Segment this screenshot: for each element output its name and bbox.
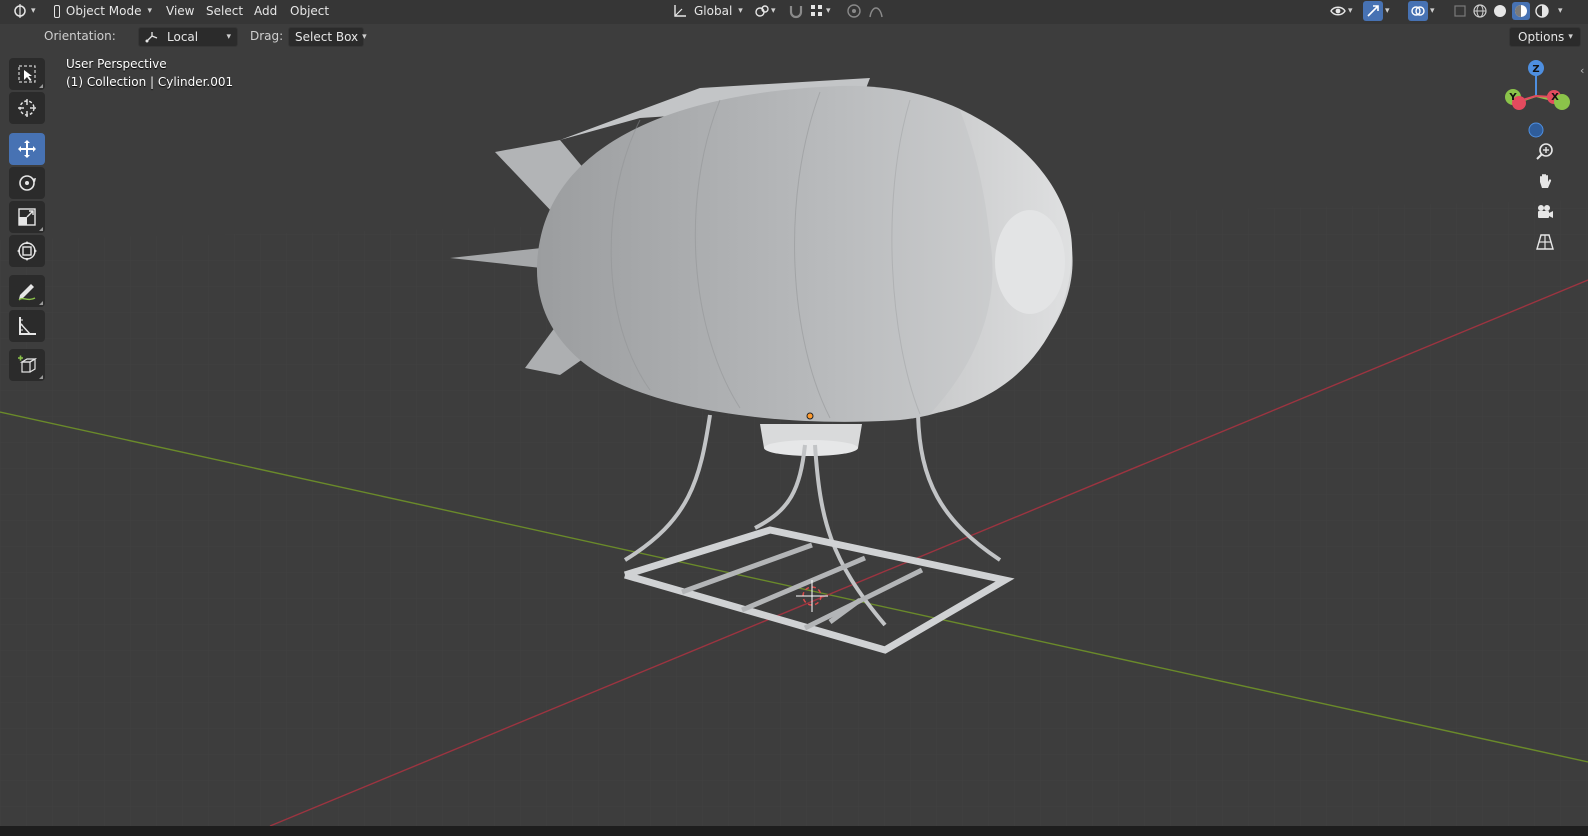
select-box-tool[interactable] (9, 58, 45, 90)
xray-toggle[interactable] (1452, 1, 1468, 21)
chevron-down-icon: ▾ (738, 6, 743, 16)
mode-dropdown[interactable]: Object Mode ▾ (48, 1, 152, 21)
transform-orientation-label: Global (694, 4, 733, 18)
chevron-down-icon: ▾ (826, 6, 831, 16)
transform-tool[interactable] (9, 235, 45, 267)
object-mode-icon (54, 4, 60, 18)
xray-icon (1454, 5, 1466, 17)
gizmo-arrow-icon (1367, 5, 1379, 17)
zoom-view-button[interactable] (1531, 138, 1559, 166)
eye-icon (1330, 6, 1346, 16)
hand-icon (1540, 174, 1552, 188)
overlays-icon (1411, 6, 1425, 16)
annotate-tool[interactable] (9, 275, 45, 307)
scale-icon (18, 208, 36, 226)
add-cube-icon (18, 355, 38, 373)
menu-add[interactable]: Add (254, 2, 277, 20)
measure-tool[interactable] (9, 310, 45, 342)
zoom-magnifier-icon (1536, 143, 1553, 160)
drag-value: Select Box (295, 30, 359, 44)
options-label: Options (1518, 30, 1565, 44)
chevron-down-icon: ▾ (1430, 6, 1435, 16)
chevron-down-icon: ▾ (1348, 6, 1353, 16)
magnet-icon (789, 6, 803, 19)
transform-orientation-dropdown[interactable]: Global ▾ (668, 1, 748, 21)
viewport-perspective-label: User Perspective (66, 57, 167, 71)
chevron-down-icon: ▾ (771, 6, 776, 16)
snap-grid-icon (811, 5, 822, 16)
proportional-editing-toggle[interactable] (846, 1, 864, 21)
chevron-down-icon: ▾ (31, 6, 36, 16)
gizmo-y-label: Y (1508, 92, 1517, 103)
snap-toggle[interactable] (788, 1, 808, 21)
annotate-pencil-icon (18, 284, 36, 301)
chevron-down-icon: ▾ (147, 6, 152, 16)
sidebar-toggle-arrow-icon[interactable]: ‹ (1580, 64, 1584, 77)
menu-select[interactable]: Select (206, 2, 243, 20)
rotate-tool[interactable] (9, 167, 45, 199)
overlays-dropdown[interactable]: ▾ (1430, 1, 1444, 21)
3d-viewport[interactable]: Z Y X (0, 0, 1588, 836)
gizmo-x-label: X (1551, 92, 1559, 103)
falloff-curve-icon (869, 7, 883, 18)
select-box-icon (18, 65, 36, 83)
menu-view[interactable]: View (166, 2, 194, 20)
overlays-toggle[interactable] (1408, 1, 1428, 21)
gizmo-dropdown[interactable]: ▾ (1385, 1, 1399, 21)
solid-shading-icon[interactable] (1492, 3, 1508, 19)
viewport-collection-label: (1) Collection | Cylinder.001 (66, 75, 234, 89)
falloff-dropdown[interactable] (868, 1, 894, 21)
add-cube-tool[interactable] (9, 349, 45, 381)
drag-label: Drag: (250, 29, 284, 43)
chevron-down-icon: ▾ (362, 32, 367, 42)
move-arrows-icon (18, 140, 36, 158)
wireframe-shading-icon[interactable] (1472, 3, 1488, 19)
visibility-dropdown[interactable]: ▾ (1330, 1, 1358, 21)
shading-mode-group (1472, 1, 1552, 21)
pan-view-button[interactable] (1531, 168, 1559, 196)
editor-type-button[interactable]: ▾ (8, 1, 40, 21)
bottom-border (0, 826, 1588, 836)
viewport-scene: Z Y X (0, 0, 1588, 836)
camera-view-button[interactable] (1531, 198, 1559, 226)
perspective-grid-icon (1536, 234, 1554, 250)
camera-icon (1538, 205, 1553, 218)
proportional-editing-icon (847, 4, 861, 18)
measure-ruler-icon (19, 317, 36, 335)
material-preview-shading-icon[interactable] (1512, 2, 1530, 20)
pivot-point-dropdown[interactable]: ▾ (754, 1, 782, 21)
chevron-down-icon: ▾ (1568, 32, 1573, 42)
mode-label: Object Mode (65, 4, 142, 18)
gizmo-z-label: Z (1532, 64, 1539, 75)
transform-icon (17, 241, 37, 261)
orientation-value: Local (167, 30, 199, 44)
move-tool[interactable] (9, 133, 45, 165)
chevron-down-icon: ▾ (1558, 6, 1563, 16)
snap-target-dropdown[interactable]: ▾ (810, 1, 836, 21)
editor-type-icon (14, 4, 26, 18)
chevron-down-icon: ▾ (1385, 6, 1390, 16)
local-orientation-icon (145, 32, 158, 43)
gizmo-toggle[interactable] (1363, 1, 1383, 21)
rendered-shading-icon[interactable] (1534, 3, 1550, 19)
drag-dropdown[interactable]: Select Box ▾ (288, 27, 367, 47)
crosshair-cursor-icon (18, 99, 36, 117)
orientation-axes-icon (674, 5, 686, 17)
scale-tool[interactable] (9, 201, 45, 233)
shading-dropdown[interactable]: ▾ (1558, 1, 1572, 21)
menu-object[interactable]: Object (290, 2, 329, 20)
perspective-toggle-button[interactable] (1531, 228, 1559, 256)
rotate-icon (19, 175, 36, 191)
options-dropdown[interactable]: Options ▾ (1509, 27, 1581, 47)
orientation-dropdown[interactable]: Local ▾ (138, 27, 238, 47)
chevron-down-icon: ▾ (226, 32, 231, 42)
orientation-label: Orientation: (44, 29, 116, 43)
pivot-link-icon (755, 5, 769, 17)
cursor-tool[interactable] (9, 92, 45, 124)
